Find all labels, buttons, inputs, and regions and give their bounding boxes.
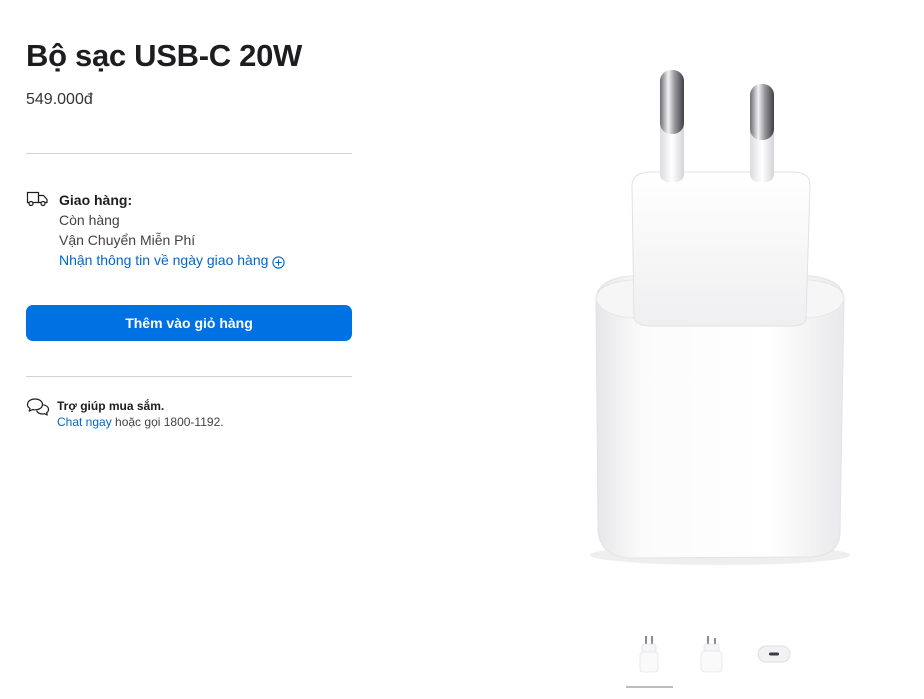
- delivery-details: Giao hàng: Còn hàng Vận Chuyển Miễn Phí …: [59, 190, 286, 270]
- chat-now-link[interactable]: Chat ngay: [57, 415, 112, 429]
- truck-icon: [26, 190, 50, 208]
- product-title: Bộ sạc USB-C 20W: [26, 38, 302, 73]
- plus-circle-icon: [272, 254, 286, 269]
- divider: [26, 376, 352, 377]
- divider: [26, 153, 352, 154]
- product-image: [560, 60, 880, 580]
- shipping-info: Vận Chuyển Miễn Phí: [59, 232, 196, 248]
- help-details: Trợ giúp mua sắm. Chat ngay hoặc gọi 180…: [57, 398, 224, 430]
- product-page: Bộ sạc USB-C 20W 549.000đ Giao hàng: Còn…: [0, 0, 924, 699]
- help-contact: Chat ngay hoặc gọi 1800-1192.: [57, 414, 224, 430]
- thumbnail-charger-port[interactable]: [750, 628, 796, 680]
- call-text: hoặc gọi 1800-1192.: [111, 415, 224, 429]
- delivery-date-link-label: Nhận thông tin về ngày giao hàng: [59, 252, 269, 268]
- product-price: 549.000đ: [26, 91, 93, 108]
- thumbnail-charger-front[interactable]: [626, 628, 672, 680]
- help-heading: Trợ giúp mua sắm.: [57, 399, 165, 413]
- image-thumbnails: [626, 628, 806, 690]
- delivery-date-link[interactable]: Nhận thông tin về ngày giao hàng: [59, 250, 286, 270]
- stock-status: Còn hàng: [59, 212, 120, 228]
- chat-bubbles-icon: [26, 397, 50, 417]
- thumbnail-selected-indicator: [626, 686, 673, 688]
- add-to-cart-button[interactable]: Thêm vào giỏ hàng: [26, 305, 352, 341]
- thumbnail-charger-angle[interactable]: [688, 628, 734, 680]
- delivery-heading: Giao hàng:: [59, 192, 133, 208]
